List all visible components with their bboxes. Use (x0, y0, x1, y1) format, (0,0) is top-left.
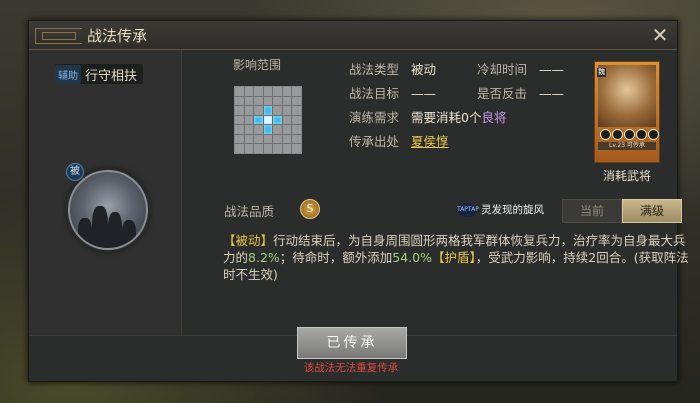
range-cell (254, 96, 263, 106)
range-cell (292, 134, 301, 144)
watermark-logo-icon: TAPTAP (457, 202, 479, 217)
range-cell (292, 115, 301, 125)
watermark-text: 灵发现的旋风 (481, 204, 544, 216)
counter-label: 是否反击 (477, 86, 528, 101)
tab-current[interactable]: 当前 (562, 199, 622, 223)
requirement-label: 演练需求 (349, 110, 400, 125)
target-label: 战法目标 (349, 86, 400, 101)
target-value: —— (411, 86, 436, 101)
type-value: 被动 (411, 62, 437, 77)
skill-emblem-icon (68, 170, 148, 250)
dialog-title: 战法传承 (87, 27, 148, 45)
range-cell (282, 134, 292, 144)
type-label: 战法类型 (349, 62, 400, 77)
skill-overview: 辅助 行守相扶 被 (29, 50, 182, 335)
skill-description: 【被动】行动结束后，为自身周围圆形两格我军群体恢复兵力，治疗率为自身最大兵力的8… (223, 232, 693, 283)
level-tabs: 当前 满级 (562, 199, 682, 223)
range-cell (282, 87, 292, 96)
cooldown-label: 冷却时间 (477, 62, 528, 77)
range-cell (263, 125, 273, 134)
range-cell (263, 106, 273, 115)
range-cell (235, 134, 244, 144)
general-card[interactable]: 魏 Lv.23 可传承 (594, 61, 660, 163)
card-faction-icon: 魏 (597, 68, 606, 77)
quality-label: 战法品质 (224, 204, 275, 219)
range-label: 影响范围 (233, 58, 282, 72)
range-cell (282, 96, 292, 106)
desc-pct2: 54.0% (392, 250, 433, 265)
range-cell (235, 87, 244, 96)
range-cell (235, 96, 244, 106)
role-tag: 辅助 (55, 64, 81, 84)
range-cell (254, 125, 263, 134)
range-cell (263, 144, 273, 153)
skill-name: 行守相扶 (85, 68, 138, 84)
range-cell (244, 87, 254, 96)
range-cell (244, 115, 254, 125)
range-cell (292, 106, 301, 115)
range-cell (263, 134, 273, 144)
range-cell (254, 115, 263, 125)
range-cell (282, 144, 292, 153)
desc-part2: ；待命时，额外添加 (279, 250, 393, 265)
close-button[interactable]: ✕ (649, 24, 671, 46)
quality-grade-badge: S (300, 199, 320, 219)
requirement-highlight: 良将 (481, 110, 507, 125)
general-level: Lv.23 可传承 (598, 142, 656, 150)
source-general-link[interactable]: 夏侯惇 (411, 134, 449, 149)
general-stars (600, 129, 659, 140)
range-cell (254, 144, 263, 153)
range-cell (235, 144, 244, 153)
passive-badge: 被 (66, 163, 84, 181)
range-cell (282, 115, 292, 125)
consume-general-label: 消耗武将 (602, 169, 651, 183)
range-cell (273, 96, 282, 106)
inherited-button[interactable]: 已传承 (297, 327, 407, 359)
dialog-titlebar: 战法传承 ✕ (29, 21, 677, 50)
no-repeat-warning: 该战法无法重复传承 (303, 362, 399, 374)
cooldown-value: —— (539, 62, 564, 77)
range-cell (263, 87, 273, 96)
watermark: TAPTAP 灵发现的旋风 (457, 202, 544, 217)
range-cell (235, 106, 244, 115)
desc-pct1: 8.2% (248, 250, 280, 265)
range-cell (292, 144, 301, 153)
range-cell (273, 87, 282, 96)
skill-name-badge: 辅助 行守相扶 (55, 64, 144, 84)
desc-tag: 【被动】 (223, 233, 274, 248)
range-cell (292, 87, 301, 96)
range-cell (254, 134, 263, 144)
title-ornament-icon (35, 28, 82, 44)
range-cell (263, 115, 273, 125)
range-section: 影响范围 (182, 50, 342, 176)
range-cell (244, 96, 254, 106)
tab-max-level[interactable]: 满级 (622, 199, 682, 223)
range-cell (254, 87, 263, 96)
source-label: 传承出处 (349, 134, 400, 149)
counter-value: —— (539, 86, 564, 101)
skill-inherit-dialog: 战法传承 ✕ 辅助 行守相扶 被 影响范围 战法类型 被动 冷却时间 —— 战法… (28, 20, 689, 382)
desc-shield: 【护盾】 (432, 250, 476, 265)
range-cell (244, 125, 254, 134)
range-cell (235, 115, 244, 125)
range-grid (234, 86, 302, 154)
range-cell (244, 106, 254, 115)
range-cell (273, 125, 282, 134)
range-cell (273, 115, 282, 125)
range-cell (273, 106, 282, 115)
range-cell (292, 96, 301, 106)
range-cell (254, 106, 263, 115)
range-cell (244, 134, 254, 144)
range-cell (292, 125, 301, 134)
general-portrait (598, 65, 656, 127)
range-cell (273, 134, 282, 144)
range-cell (282, 106, 292, 115)
requirement-value: 需要消耗0个 (411, 110, 482, 125)
range-cell (235, 125, 244, 134)
range-cell (282, 125, 292, 134)
range-cell (273, 144, 282, 153)
range-cell (263, 96, 273, 106)
range-cell (244, 144, 254, 153)
